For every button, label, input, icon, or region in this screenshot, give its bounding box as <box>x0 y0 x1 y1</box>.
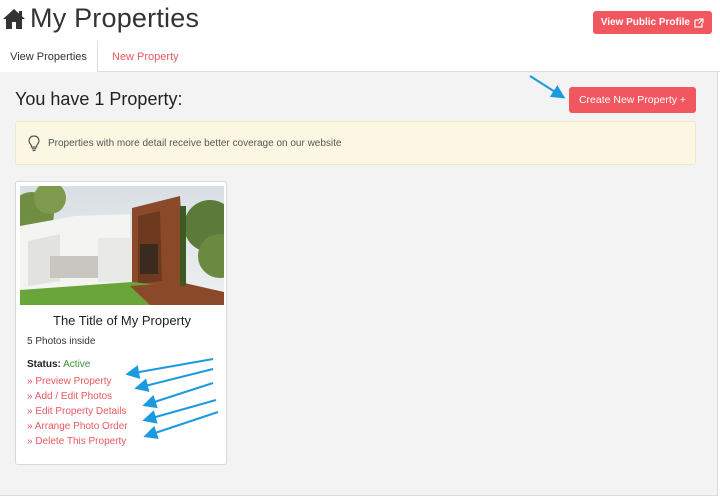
home-icon <box>3 9 25 29</box>
arrange-photo-order-link[interactable]: » Arrange Photo Order <box>27 419 128 434</box>
add-edit-photos-link[interactable]: » Add / Edit Photos <box>27 389 128 404</box>
tab-view-properties-label: View Properties <box>10 50 87 63</box>
edit-property-details-link[interactable]: » Edit Property Details <box>27 404 128 419</box>
view-public-profile-label: View Public Profile <box>600 17 690 28</box>
info-alert: Properties with more detail receive bett… <box>15 121 696 165</box>
property-actions: » Preview Property » Add / Edit Photos »… <box>27 374 128 449</box>
view-public-profile-button[interactable]: View Public Profile <box>592 11 712 34</box>
lightbulb-icon <box>28 134 40 151</box>
page-header: My Properties View Public Profile <box>0 0 720 42</box>
photo-count: 5 Photos inside <box>27 336 96 347</box>
property-title: The Title of My Property <box>53 313 191 328</box>
property-card: The Title of My Property 5 Photos inside… <box>15 181 227 465</box>
preview-property-link[interactable]: » Preview Property <box>27 374 128 389</box>
tab-view-properties[interactable]: View Properties <box>0 41 98 73</box>
create-new-property-button[interactable]: Create New Property + <box>569 87 696 113</box>
page-title: My Properties <box>30 3 200 33</box>
property-count-heading: You have 1 Property: <box>15 89 183 109</box>
tab-bar: View Properties New Property <box>0 41 720 73</box>
tab-new-property-label: New Property <box>112 50 179 63</box>
alert-text: Properties with more detail receive bett… <box>48 137 342 149</box>
property-status: Status: Active <box>27 359 90 370</box>
status-value: Active <box>63 359 91 370</box>
tab-new-property[interactable]: New Property <box>112 41 179 72</box>
main-panel: You have 1 Property: Create New Property… <box>0 72 718 496</box>
status-label: Status: <box>27 359 61 370</box>
external-link-icon <box>694 17 704 28</box>
property-photo[interactable] <box>20 186 224 305</box>
delete-property-link[interactable]: » Delete This Property <box>27 434 128 449</box>
